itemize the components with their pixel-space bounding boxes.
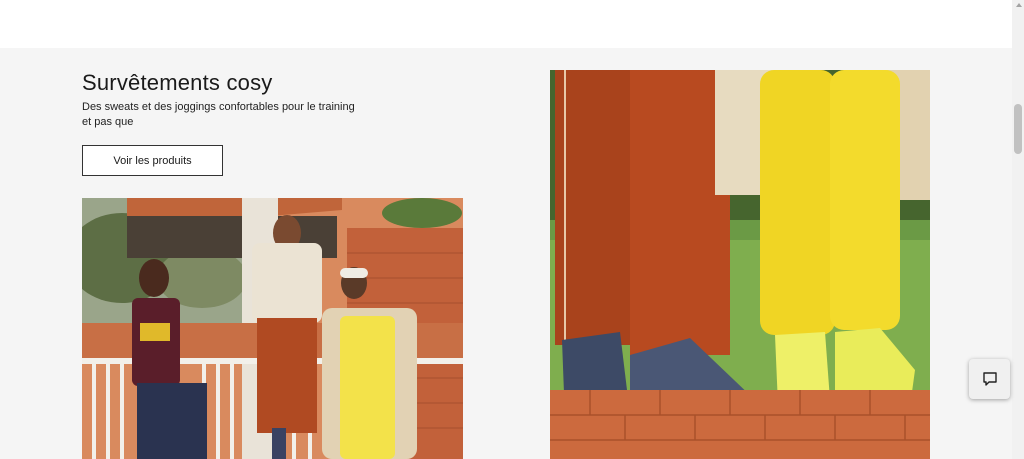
tracksuits-group-illustration — [82, 198, 463, 459]
tracksuits-group-photo[interactable] — [82, 198, 463, 459]
scrollbar-thumb[interactable] — [1014, 104, 1022, 154]
scroll-up-arrow-icon[interactable] — [1016, 3, 1022, 7]
sneakers-on-wall-photo[interactable] — [550, 70, 930, 459]
section-title: Survêtements cosy — [82, 70, 273, 95]
page-top-area — [0, 0, 1012, 48]
vertical-scrollbar[interactable] — [1012, 0, 1024, 459]
see-products-button[interactable]: Voir les produits — [82, 145, 223, 176]
chat-widget-button[interactable] — [969, 359, 1010, 399]
sneakers-illustration — [550, 70, 930, 459]
section-description: Des sweats et des joggings confortables … — [82, 101, 355, 128]
chat-bubble-icon — [982, 372, 997, 386]
